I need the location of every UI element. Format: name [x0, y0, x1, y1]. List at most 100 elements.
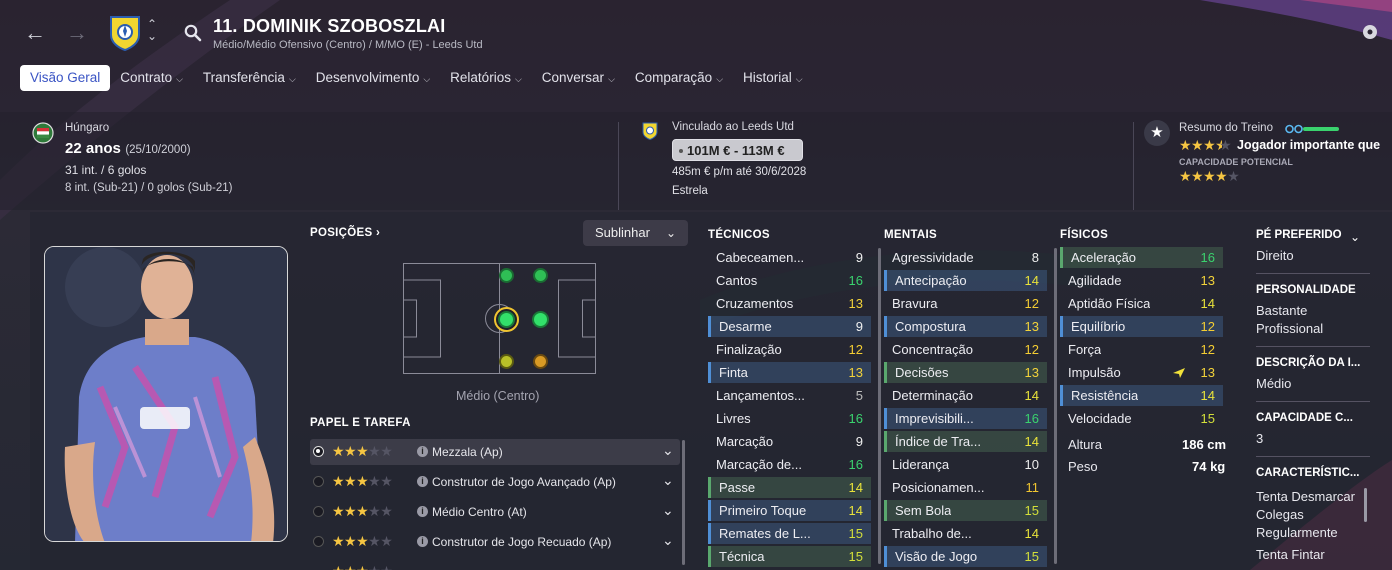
attribute-row[interactable]: Força 12: [1060, 339, 1223, 360]
menu-contract[interactable]: Contrato ⌵: [110, 65, 193, 91]
menu-development[interactable]: Desenvolvimento ⌵: [306, 65, 440, 91]
attribute-row[interactable]: Índice de Tra... 14: [884, 431, 1047, 452]
search-icon[interactable]: [184, 24, 202, 42]
attribute-value: 14: [1200, 296, 1215, 311]
attribute-row[interactable]: Cabeceamen... 9: [708, 247, 871, 268]
attribute-row[interactable]: Resistência 14: [1060, 385, 1223, 406]
menu-history[interactable]: Historial ⌵: [733, 65, 813, 91]
attribute-row[interactable]: Velocidade 15: [1060, 408, 1223, 429]
club-crest-small-icon: [642, 122, 658, 140]
attribute-value: 11: [1025, 480, 1040, 495]
attribute-value: 5: [855, 388, 863, 403]
attribute-row[interactable]: Posicionamen... 11: [884, 477, 1047, 498]
attribute-row[interactable]: Decisões 13: [884, 362, 1047, 383]
attribute-row[interactable]: Impulsão 13: [1060, 362, 1223, 383]
attribute-row[interactable]: Aceleração 16: [1060, 247, 1223, 268]
attribute-row[interactable]: Liderança 10: [884, 454, 1047, 475]
role-row[interactable]: ★★★★★ i Mezzala (Ap) ⌄: [310, 439, 680, 465]
info-icon[interactable]: i: [417, 476, 428, 487]
attribute-row[interactable]: Cantos 16: [708, 270, 871, 291]
attribute-value: 12: [1200, 342, 1215, 357]
attribute-label: Marcação: [716, 434, 774, 449]
attributes-scrollbar[interactable]: [1054, 248, 1057, 564]
menu-transfer[interactable]: Transferência ⌵: [193, 65, 306, 91]
attribute-row[interactable]: Passe 14: [708, 477, 871, 498]
selected-position-label: Médio (Centro): [456, 389, 540, 403]
attribute-row[interactable]: Cruzamentos 13: [708, 293, 871, 314]
role-row[interactable]: ★★★★★ i Médio Centro (At) ⌄: [310, 499, 680, 525]
attribute-value: 15: [848, 549, 863, 564]
attribute-row[interactable]: Finta 13: [708, 362, 871, 383]
attribute-value: 15: [1024, 549, 1039, 564]
highlight-dropdown[interactable]: Sublinhar ⌄: [583, 220, 688, 246]
attribute-row[interactable]: Marcação 9: [708, 431, 871, 452]
positions-header[interactable]: POSIÇÕES ›: [310, 227, 380, 239]
menu-compare[interactable]: Comparação ⌵: [625, 65, 733, 91]
attribute-value: 16: [848, 273, 863, 288]
chevron-down-icon[interactable]: ⌄: [662, 472, 674, 489]
attribute-row[interactable]: Imprevisibili... 16: [884, 408, 1047, 429]
radio-icon[interactable]: [313, 506, 324, 517]
position-dot[interactable]: [533, 268, 548, 283]
settings-icon[interactable]: [1360, 22, 1380, 42]
role-row-partial[interactable]: ★★★★★: [310, 559, 680, 570]
attribute-row[interactable]: Trabalho de... 14: [884, 523, 1047, 544]
role-row[interactable]: ★★★★★ i Construtor de Jogo Recuado (Ap) …: [310, 529, 680, 555]
height-value: 186 cm: [1182, 437, 1227, 452]
attributes-scrollbar[interactable]: [878, 248, 881, 564]
back-arrow-icon[interactable]: ←: [24, 20, 46, 46]
attribute-row[interactable]: Antecipação 14: [884, 270, 1047, 291]
attribute-row[interactable]: Marcação de... 16: [708, 454, 871, 475]
forward-arrow-icon[interactable]: →: [66, 20, 88, 46]
attribute-row[interactable]: Lançamentos... 5: [708, 385, 871, 406]
attribute-row[interactable]: Finalização 12: [708, 339, 871, 360]
attribute-label: Aceleração: [1071, 250, 1137, 265]
chevron-down-icon[interactable]: ⌄: [662, 532, 674, 549]
attribute-row[interactable]: Primeiro Toque 14: [708, 500, 871, 521]
attribute-row[interactable]: Equilíbrio 12: [1060, 316, 1223, 337]
attribute-row[interactable]: Livres 16: [708, 408, 871, 429]
radio-icon[interactable]: [313, 476, 324, 487]
attribute-row[interactable]: Agilidade 13: [1060, 270, 1223, 291]
position-dot[interactable]: [532, 311, 549, 328]
position-dot[interactable]: [499, 354, 514, 369]
position-dot[interactable]: [499, 268, 514, 283]
preferred-foot: Direito: [1256, 248, 1294, 263]
binoculars-icon[interactable]: [1285, 124, 1303, 134]
info-icon[interactable]: i: [417, 506, 428, 517]
attribute-row[interactable]: Compostura 13: [884, 316, 1047, 337]
attribute-row[interactable]: Determinação 14: [884, 385, 1047, 406]
attribute-value: 16: [848, 457, 863, 472]
radio-selected-icon[interactable]: [313, 446, 324, 457]
menu-overview[interactable]: Visão Geral: [20, 65, 111, 91]
media-description: Médio: [1256, 376, 1292, 391]
attribute-row[interactable]: Remates de L... 15: [708, 523, 871, 544]
radio-icon[interactable]: [313, 536, 324, 547]
attribute-row[interactable]: Sem Bola 15: [884, 500, 1047, 521]
attribute-row[interactable]: Agressividade 8: [884, 247, 1047, 268]
transfer-value-badge[interactable]: 101M € - 113M €: [672, 139, 803, 161]
info-icon[interactable]: i: [417, 536, 428, 547]
attribute-row[interactable]: Visão de Jogo 15: [884, 546, 1047, 567]
menu-talk[interactable]: Conversar ⌵: [532, 65, 625, 91]
switch-player-chevrons-icon[interactable]: ⌃ ⌄: [147, 18, 157, 42]
attribute-row[interactable]: Aptidão Física 14: [1060, 293, 1223, 314]
attribute-row[interactable]: Bravura 12: [884, 293, 1047, 314]
role-stars: ★★★★★: [332, 563, 393, 570]
attribute-row[interactable]: Técnica 15: [708, 546, 871, 567]
position-dot[interactable]: [533, 354, 548, 369]
position-dot[interactable]: [498, 311, 515, 328]
chevron-down-icon[interactable]: ⌄: [1350, 230, 1360, 244]
attribute-label: Bravura: [892, 296, 938, 311]
attribute-row[interactable]: Concentração 12: [884, 339, 1047, 360]
chevron-down-icon[interactable]: ⌄: [662, 442, 674, 459]
attribute-value: 14: [848, 480, 863, 495]
attribute-row[interactable]: Desarme 9: [708, 316, 871, 337]
menu-reports[interactable]: Relatórios ⌵: [440, 65, 532, 91]
traits-scrollbar[interactable]: [1364, 488, 1367, 522]
role-row[interactable]: ★★★★★ i Construtor de Jogo Avançado (Ap)…: [310, 469, 680, 495]
chevron-down-icon[interactable]: ⌄: [662, 502, 674, 519]
roles-scrollbar[interactable]: [682, 440, 685, 565]
attribute-label: Cruzamentos: [716, 296, 794, 311]
info-icon[interactable]: i: [417, 446, 428, 457]
